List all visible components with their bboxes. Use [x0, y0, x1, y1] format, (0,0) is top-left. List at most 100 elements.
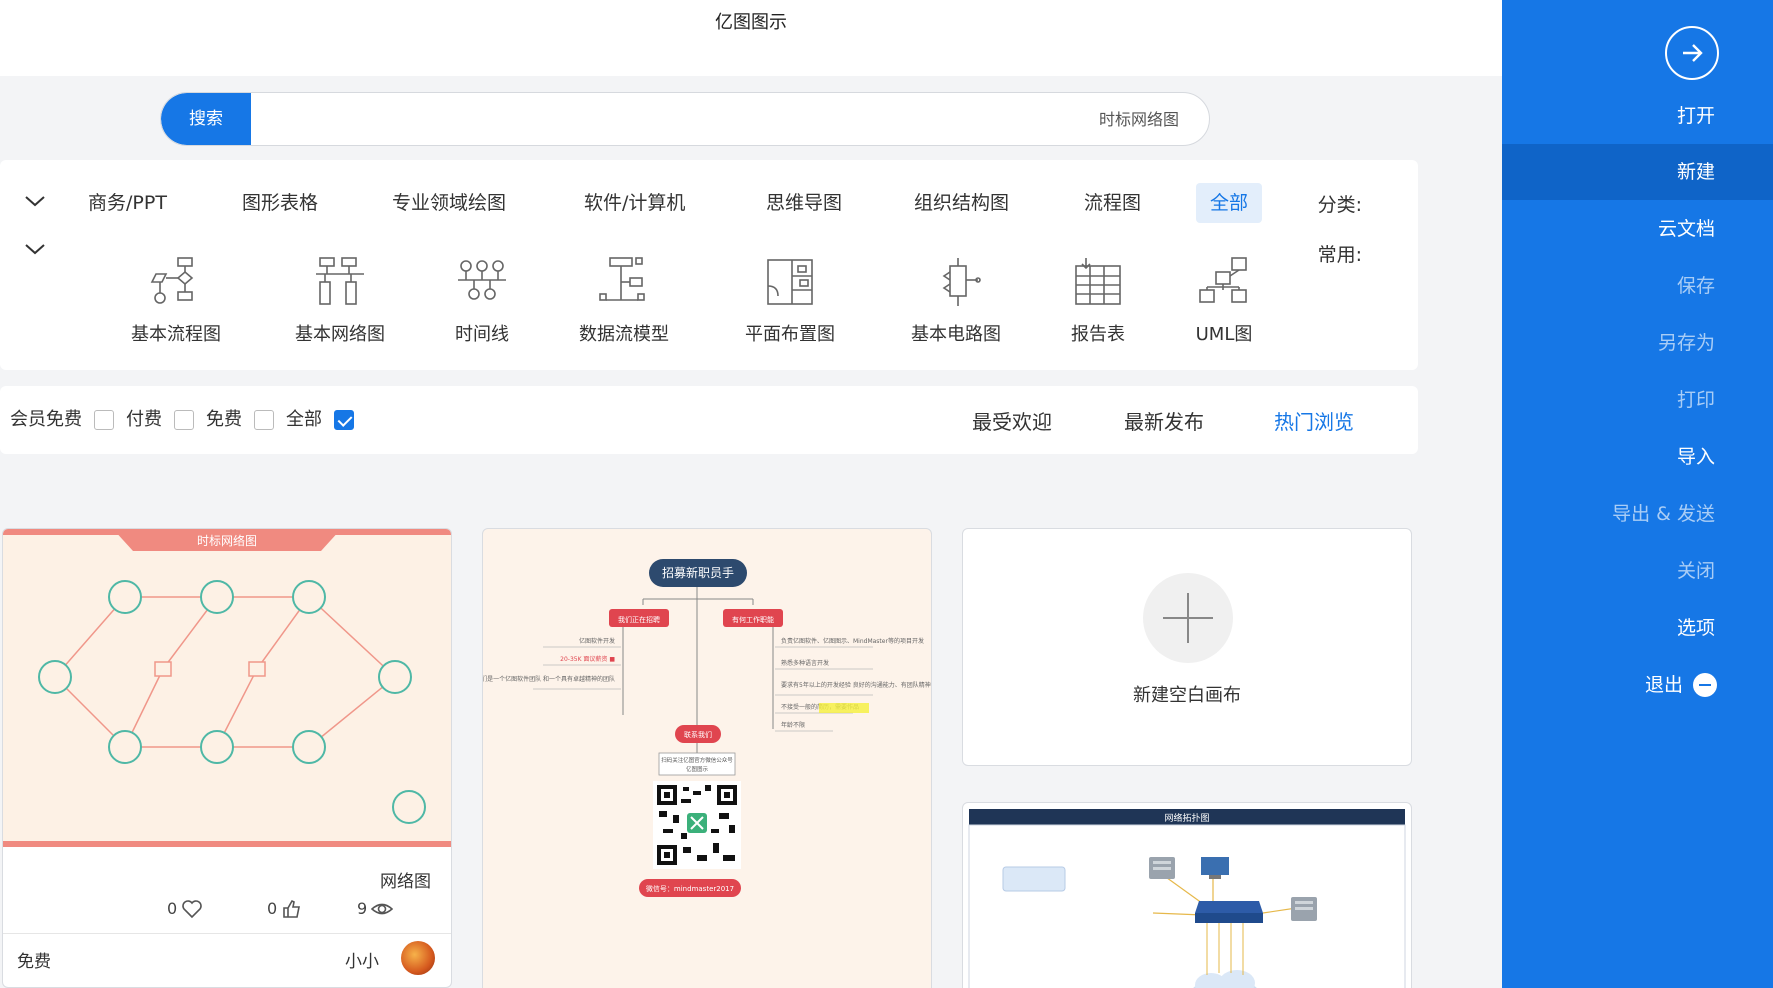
- thumbnail-title: 网络拓扑图: [1164, 812, 1209, 824]
- card-author: 小小: [345, 952, 379, 972]
- switch-icon: [1195, 901, 1263, 923]
- menu-import[interactable]: 导入: [1502, 429, 1773, 485]
- mindmap-footer: 微信号：mindmaster2017: [646, 884, 734, 893]
- menu-save[interactable]: 保存: [1502, 258, 1773, 314]
- menu-save-as[interactable]: 另存为: [1502, 315, 1773, 371]
- network-icon: [316, 257, 364, 305]
- template-label: 时间线: [455, 324, 509, 345]
- menu-exit-label: 退出: [1644, 674, 1683, 696]
- avatar: [401, 941, 435, 975]
- template-floor-plan[interactable]: 平面布置图: [730, 256, 850, 346]
- mindmap-line: 年龄不限: [781, 721, 805, 729]
- template-card-network-topology[interactable]: 网络拓扑图: [962, 802, 1412, 988]
- report-table-icon: [1075, 258, 1121, 305]
- filter-checkbox-member-free[interactable]: [94, 410, 114, 430]
- menu-print[interactable]: 打印: [1502, 372, 1773, 428]
- mindmap-line: 负责亿图软件、亿图图示、MindMaster等的项目开发: [781, 637, 924, 645]
- category-all[interactable]: 全部: [1196, 183, 1263, 223]
- mindmap-contact-line: 亿图图示: [686, 765, 709, 773]
- category-professional[interactable]: 专业领域绘图: [378, 183, 520, 223]
- sort-hot-views[interactable]: 热门浏览: [1274, 406, 1354, 435]
- filter-label-member-free: 会员免费: [10, 409, 82, 430]
- template-uml[interactable]: UML图: [1164, 256, 1284, 346]
- filter-label-all: 全部: [286, 409, 322, 430]
- category-label: 分类:: [1317, 194, 1362, 216]
- data-flow-icon: [599, 257, 645, 301]
- sort-newest[interactable]: 最新发布: [1124, 406, 1204, 435]
- category-business-ppt[interactable]: 商务/PPT: [74, 183, 181, 223]
- mindmap-tag-bottom: 联系我们: [684, 730, 712, 739]
- template-basic-network[interactable]: 基本网络图: [280, 256, 400, 346]
- search-button[interactable]: 搜索: [161, 93, 251, 145]
- flowchart-icon: [150, 257, 194, 304]
- thumbs-up-icon[interactable]: [281, 899, 303, 919]
- category-software[interactable]: 软件/计算机: [570, 183, 699, 223]
- views-count: 9: [357, 897, 393, 921]
- template-report-table[interactable]: 报告表: [1038, 256, 1158, 346]
- page: 亿图图示 搜索 商务/PPT 图形表格 专业领域绘图 软件/计算机 思维导图 组…: [0, 0, 1773, 988]
- filter-checkbox-free[interactable]: [254, 410, 274, 430]
- menu-new[interactable]: 新建: [1502, 144, 1773, 200]
- floor-plan-icon: [767, 259, 813, 305]
- category-org-chart[interactable]: 组织结构图: [900, 183, 1023, 223]
- menu-exit[interactable]: 退出: [1502, 657, 1773, 713]
- mindmap-root: 招募新职员手: [662, 565, 734, 580]
- menu-export-send[interactable]: 导出 & 发送: [1502, 486, 1773, 542]
- filter-bar: 会员免费 付费 免费 全部 最受欢迎 最新发布 热门浏览: [0, 386, 1418, 454]
- card-stats: 0 0 9: [167, 897, 417, 921]
- category-flowchart[interactable]: 流程图: [1070, 183, 1155, 223]
- mindmap-line: 要求有5年以上的开发经验 良好的沟通能力、有团队精神: [781, 681, 931, 689]
- template-label: 基本网络图: [295, 324, 385, 345]
- uml-icon: [1199, 257, 1247, 303]
- mindmap-contact-line: 扫码关注亿图官方微信公众号: [661, 756, 733, 764]
- category-graphic-table[interactable]: 图形表格: [228, 183, 332, 223]
- search-bar: 搜索: [160, 92, 1210, 146]
- template-card-mindmap[interactable]: 招募新职员手 我们正在招聘 有何工作职能 亿图软件开发 20-35K 面议薪资 …: [482, 528, 932, 988]
- template-thumbnail: 时标网络图: [3, 529, 451, 847]
- filter-checkbox-paid[interactable]: [174, 410, 194, 430]
- card-title: 网络图: [380, 872, 431, 892]
- template-label: 报告表: [1071, 324, 1125, 345]
- category-panel: 商务/PPT 图形表格 专业领域绘图 软件/计算机 思维导图 组织结构图 流程图…: [0, 160, 1418, 370]
- menu-cloud-docs[interactable]: 云文档: [1502, 201, 1773, 257]
- filter-checkbox-all[interactable]: [334, 410, 354, 430]
- main-content: 搜索 商务/PPT 图形表格 专业领域绘图 软件/计算机 思维导图 组织结构图 …: [0, 76, 1502, 988]
- new-canvas-label: 新建空白画布: [1133, 685, 1241, 706]
- template-label: UML图: [1195, 324, 1253, 345]
- template-timeline[interactable]: 时间线: [422, 256, 542, 346]
- template-data-flow[interactable]: 数据流模型: [564, 256, 684, 346]
- template-thumbnail: 网络拓扑图: [968, 809, 1406, 988]
- chevron-down-icon[interactable]: [22, 188, 48, 214]
- new-blank-canvas-card[interactable]: 新建空白画布: [962, 528, 1412, 766]
- file-menu-sidebar: 打开 新建 云文档 保存 另存为 打印 导入 导出 & 发送 关闭 选项 退出: [1502, 0, 1773, 988]
- mindmap-line: 我们是一个亿图软件团队 和一个具有卓越精神的团队: [483, 675, 615, 683]
- menu-options[interactable]: 选项: [1502, 600, 1773, 656]
- template-card-network[interactable]: 时标网络图 网络图 0 0 9 免费 小小: [2, 528, 452, 988]
- app-title: 亿图图示: [715, 12, 787, 33]
- template-label: 数据流模型: [579, 324, 669, 345]
- back-arrow-icon[interactable]: [1665, 26, 1719, 80]
- qr-code-icon: [653, 781, 741, 869]
- menu-close[interactable]: 关闭: [1502, 543, 1773, 599]
- menu-open[interactable]: 打开: [1502, 88, 1773, 144]
- search-input[interactable]: [251, 93, 1201, 145]
- filter-label-free: 免费: [206, 409, 242, 430]
- eye-icon: [371, 903, 393, 915]
- plus-icon[interactable]: [1143, 573, 1233, 663]
- thumbnail-title: 时标网络图: [197, 533, 257, 548]
- template-label: 基本流程图: [131, 324, 221, 345]
- circuit-icon: [942, 258, 981, 306]
- heart-icon[interactable]: [181, 899, 203, 919]
- title-bar: 亿图图示: [0, 0, 1502, 76]
- mindmap-tag-left: 我们正在招聘: [618, 615, 660, 624]
- sort-most-popular[interactable]: 最受欢迎: [972, 406, 1052, 435]
- mindmap-line: 20-35K 面议薪资 ■: [560, 655, 615, 663]
- template-basic-circuit[interactable]: 基本电路图: [896, 256, 1016, 346]
- category-mindmap[interactable]: 思维导图: [752, 183, 856, 223]
- filter-label-paid: 付费: [126, 409, 162, 430]
- template-basic-flowchart[interactable]: 基本流程图: [116, 256, 236, 346]
- chevron-down-icon[interactable]: [22, 236, 48, 262]
- card-price: 免费: [17, 952, 51, 972]
- timeline-icon: [458, 260, 506, 300]
- category-row: 商务/PPT 图形表格 专业领域绘图 软件/计算机 思维导图 组织结构图 流程图…: [0, 180, 1418, 223]
